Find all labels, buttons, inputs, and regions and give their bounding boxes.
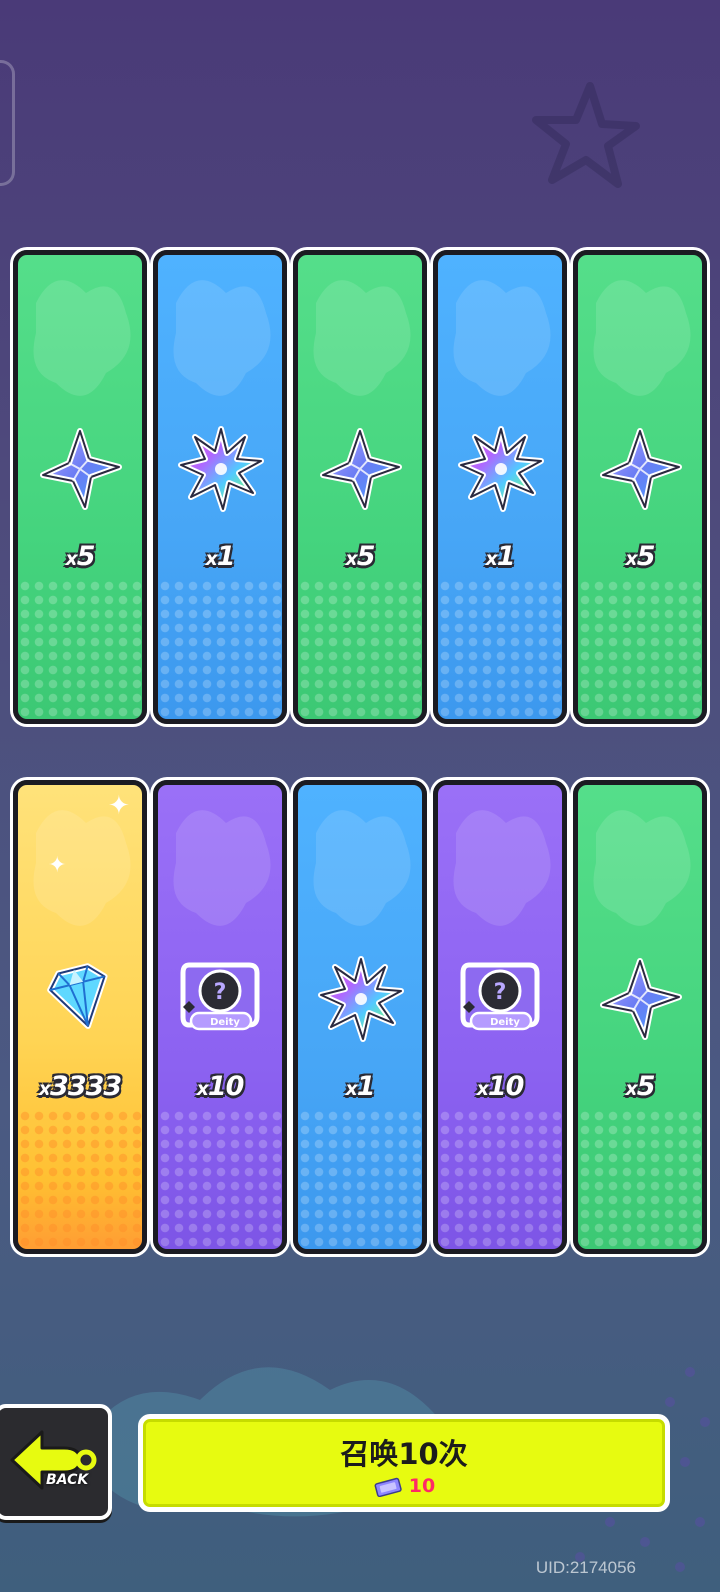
sparkle-icon: ✦ xyxy=(48,853,67,878)
background-star-icon xyxy=(532,82,640,188)
reward-card[interactable]: x1 xyxy=(153,250,287,724)
reward-card[interactable]: x1 xyxy=(293,780,427,1254)
reward-card[interactable]: ? Deity x10 xyxy=(153,780,287,1254)
reward-card[interactable]: x5 xyxy=(13,250,147,724)
quantity-prefix: x xyxy=(476,1078,489,1100)
deity-card-icon: ? Deity xyxy=(175,955,265,1045)
reward-card[interactable]: x3333 ✦ ✦ xyxy=(13,780,147,1254)
card-splash-decoration xyxy=(453,810,551,926)
card-splash-decoration xyxy=(173,280,271,396)
sparkle-icon: ✦ xyxy=(108,791,130,821)
card-splash-decoration xyxy=(453,280,551,396)
svg-text:Deity: Deity xyxy=(210,1017,240,1028)
card-dot-pattern xyxy=(298,1109,422,1249)
card-dot-pattern xyxy=(438,1109,562,1249)
reward-quantity: x10 xyxy=(438,1071,562,1102)
quantity-value: 5 xyxy=(356,541,376,572)
reward-quantity: x5 xyxy=(298,541,422,572)
card-splash-decoration xyxy=(593,810,691,926)
quantity-prefix: x xyxy=(345,1078,357,1100)
quantity-value: 5 xyxy=(636,1071,656,1102)
reward-quantity: x5 xyxy=(18,541,142,572)
quantity-value: 1 xyxy=(496,541,516,572)
quantity-value: 5 xyxy=(76,541,96,572)
reward-quantity: x3333 xyxy=(18,1071,142,1102)
crystal-icon xyxy=(595,953,685,1043)
card-dot-pattern xyxy=(18,579,142,719)
reward-card[interactable]: x5 xyxy=(573,780,707,1254)
svg-text:Deity: Deity xyxy=(490,1017,520,1028)
back-button[interactable]: BACK xyxy=(0,1404,112,1520)
card-splash-decoration xyxy=(173,810,271,926)
side-frame-decoration xyxy=(0,60,15,186)
card-splash-decoration xyxy=(33,280,131,396)
quantity-value: 5 xyxy=(636,541,656,572)
reward-quantity: x5 xyxy=(578,541,702,572)
diamond-icon xyxy=(35,953,125,1043)
reward-quantity: x10 xyxy=(158,1071,282,1102)
reward-card[interactable]: x1 xyxy=(433,250,567,724)
summon-10-button[interactable]: 召唤10次 10 xyxy=(138,1414,670,1512)
quantity-prefix: x xyxy=(345,548,357,570)
card-dot-pattern xyxy=(158,579,282,719)
quantity-prefix: x xyxy=(38,1078,51,1100)
reward-quantity: x5 xyxy=(578,1071,702,1102)
quantity-value: 10 xyxy=(207,1071,245,1102)
ticket-icon xyxy=(374,1477,402,1497)
quantity-prefix: x xyxy=(205,548,217,570)
card-dot-pattern xyxy=(438,579,562,719)
card-dot-pattern xyxy=(578,1109,702,1249)
crystal-icon xyxy=(595,423,685,513)
quantity-value: 1 xyxy=(216,541,236,572)
crystal-icon xyxy=(35,423,125,513)
back-arrow-icon xyxy=(10,1430,97,1490)
rainbow-shard-icon xyxy=(175,423,265,513)
user-id: UID:2174056 xyxy=(535,1558,636,1577)
back-button-label: BACK xyxy=(46,1472,89,1488)
quantity-prefix: x xyxy=(485,548,497,570)
reward-quantity: x1 xyxy=(438,541,562,572)
svg-text:?: ? xyxy=(494,980,507,1005)
summon-cost-value: 10 xyxy=(408,1475,436,1497)
crystal-icon xyxy=(315,423,405,513)
summon-cost: 10 xyxy=(143,1475,665,1497)
svg-text:?: ? xyxy=(214,980,227,1005)
quantity-prefix: x xyxy=(65,548,77,570)
quantity-prefix: x xyxy=(625,548,637,570)
card-dot-pattern xyxy=(158,1109,282,1249)
card-dot-pattern xyxy=(18,1109,142,1249)
deity-card-icon: ? Deity xyxy=(455,955,545,1045)
reward-card[interactable]: x5 xyxy=(573,250,707,724)
quantity-prefix: x xyxy=(625,1078,637,1100)
reward-card[interactable]: ? Deity x10 xyxy=(433,780,567,1254)
rainbow-shard-icon xyxy=(315,953,405,1043)
summon-button-label: 召唤10次 xyxy=(340,1437,468,1471)
reward-card[interactable]: x5 xyxy=(293,250,427,724)
card-splash-decoration xyxy=(313,280,411,396)
card-splash-decoration xyxy=(593,280,691,396)
reward-quantity: x1 xyxy=(158,541,282,572)
reward-quantity: x1 xyxy=(298,1071,422,1102)
quantity-value: 1 xyxy=(356,1071,376,1102)
card-dot-pattern xyxy=(298,579,422,719)
card-splash-decoration xyxy=(313,810,411,926)
quantity-prefix: x xyxy=(196,1078,209,1100)
quantity-value: 10 xyxy=(487,1071,525,1102)
card-dot-pattern xyxy=(578,579,702,719)
rainbow-shard-icon xyxy=(455,423,545,513)
quantity-value: 3333 xyxy=(50,1071,122,1102)
